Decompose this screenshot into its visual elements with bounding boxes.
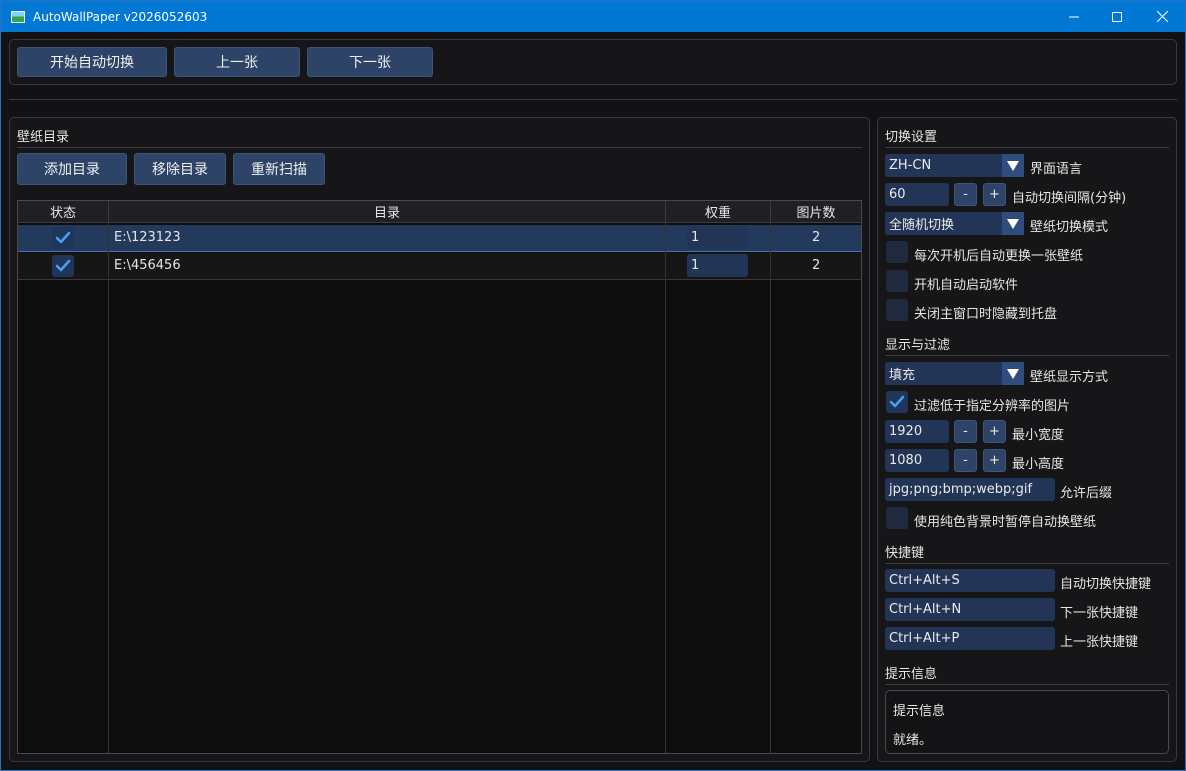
- hide-to-tray-label: 关闭主窗口时隐藏到托盘: [914, 307, 1058, 322]
- next-hotkey-label: 下一张快捷键: [1060, 606, 1139, 621]
- app-icon: [11, 10, 25, 23]
- add-directory-button[interactable]: 添加目录: [17, 153, 127, 185]
- info-title: 提示信息: [885, 667, 938, 682]
- interval-input[interactable]: 60: [885, 183, 949, 206]
- info-box: 提示信息 就绪。: [885, 690, 1169, 754]
- min-height-increment-button[interactable]: +: [983, 449, 1006, 472]
- row-image-count: 2: [812, 230, 821, 245]
- auto-switch-hotkey-label: 自动切换快捷键: [1060, 577, 1152, 592]
- minimize-icon: [1069, 16, 1079, 17]
- chevron-down-icon: [1002, 212, 1024, 235]
- display-mode-value: 填充: [889, 368, 916, 383]
- filter-resolution-label: 过滤低于指定分辨率的图片: [914, 399, 1071, 414]
- next-wallpaper-button[interactable]: 下一张: [307, 47, 433, 77]
- title-bar: AutoWallPaper v2026052603: [1, 1, 1185, 32]
- switch-mode-value: 全随机切换: [889, 218, 955, 233]
- interval-label: 自动切换间隔(分钟): [1012, 191, 1127, 206]
- next-hotkey-input[interactable]: Ctrl+Alt+N: [885, 598, 1055, 621]
- pause-solid-color-checkbox[interactable]: [886, 507, 908, 529]
- filter-resolution-checkbox[interactable]: [886, 391, 908, 413]
- close-button[interactable]: [1139, 1, 1185, 32]
- change-on-boot-checkbox[interactable]: [886, 241, 908, 263]
- column-header-image-count[interactable]: 图片数: [771, 201, 861, 223]
- chevron-down-icon: [1002, 154, 1024, 177]
- divider: [9, 99, 1177, 100]
- row-enabled-checkbox[interactable]: [52, 227, 74, 249]
- row-path: E:\456456: [114, 258, 181, 273]
- window-title: AutoWallPaper v2026052603: [33, 9, 208, 24]
- close-icon: [1156, 11, 1168, 22]
- remove-directory-button[interactable]: 移除目录: [134, 153, 226, 185]
- previous-wallpaper-button[interactable]: 上一张: [174, 47, 300, 77]
- row-image-count: 2: [812, 258, 821, 273]
- language-select-value: ZH-CN: [889, 158, 932, 173]
- section-divider: [885, 147, 1169, 148]
- table-row[interactable]: E:\123123 1 2: [18, 225, 861, 252]
- section-divider: [885, 355, 1169, 356]
- section-divider: [885, 684, 1169, 685]
- display-filter-title: 显示与过滤: [885, 338, 951, 353]
- column-divider: [108, 223, 109, 753]
- row-weight-input[interactable]: 1: [687, 226, 748, 249]
- min-height-label: 最小高度: [1012, 457, 1065, 472]
- min-width-input[interactable]: 1920: [885, 420, 949, 443]
- min-height-decrement-button[interactable]: -: [954, 449, 977, 472]
- checkmark-icon: [55, 231, 71, 244]
- rescan-button[interactable]: 重新扫描: [233, 153, 325, 185]
- checkmark-icon: [55, 259, 71, 272]
- minimize-button[interactable]: [1051, 1, 1097, 32]
- row-enabled-checkbox[interactable]: [52, 255, 74, 277]
- prev-hotkey-label: 上一张快捷键: [1060, 635, 1139, 650]
- extensions-label: 允许后缀: [1060, 486, 1113, 501]
- start-auto-switch-button[interactable]: 开始自动切换: [17, 47, 167, 77]
- status-message: 就绪。: [893, 733, 933, 748]
- column-divider: [770, 223, 771, 753]
- directories-title: 壁纸目录: [17, 130, 70, 145]
- switch-mode-label: 壁纸切换模式: [1030, 220, 1109, 235]
- autostart-checkbox[interactable]: [886, 270, 908, 292]
- row-path: E:\123123: [114, 230, 181, 245]
- info-box-title: 提示信息: [893, 704, 946, 719]
- switch-mode-select[interactable]: 全随机切换: [885, 212, 1024, 235]
- maximize-icon: [1112, 11, 1122, 22]
- column-header-directory[interactable]: 目录: [109, 201, 666, 223]
- auto-switch-hotkey-input[interactable]: Ctrl+Alt+S: [885, 569, 1055, 592]
- hide-to-tray-checkbox[interactable]: [886, 299, 908, 321]
- table-row[interactable]: E:\456456 1 2: [18, 253, 861, 280]
- change-on-boot-label: 每次开机后自动更换一张壁纸: [914, 249, 1084, 264]
- min-width-label: 最小宽度: [1012, 428, 1065, 443]
- min-width-increment-button[interactable]: +: [983, 420, 1006, 443]
- language-label: 界面语言: [1030, 162, 1083, 177]
- autostart-label: 开机自动启动软件: [914, 278, 1019, 293]
- min-height-input[interactable]: 1080: [885, 449, 949, 472]
- interval-increment-button[interactable]: +: [983, 183, 1006, 206]
- column-divider: [665, 223, 666, 753]
- display-mode-label: 壁纸显示方式: [1030, 370, 1109, 385]
- display-mode-select[interactable]: 填充: [885, 362, 1024, 385]
- section-divider: [885, 563, 1169, 564]
- directories-table: 状态 目录 权重 图片数 E:\123123 1 2 E:\456456 1 2: [17, 200, 862, 754]
- extensions-input[interactable]: jpg;png;bmp;webp;gif: [885, 478, 1055, 501]
- switch-settings-title: 切换设置: [885, 130, 938, 145]
- chevron-down-icon: [1002, 362, 1024, 385]
- column-header-status[interactable]: 状态: [18, 201, 109, 223]
- hotkeys-title: 快捷键: [885, 546, 925, 561]
- column-header-weight[interactable]: 权重: [666, 201, 771, 223]
- row-weight-input[interactable]: 1: [687, 254, 748, 277]
- prev-hotkey-input[interactable]: Ctrl+Alt+P: [885, 627, 1055, 650]
- maximize-button[interactable]: [1094, 1, 1140, 32]
- language-select[interactable]: ZH-CN: [885, 154, 1024, 177]
- min-width-decrement-button[interactable]: -: [954, 420, 977, 443]
- checkmark-icon: [889, 395, 905, 408]
- interval-decrement-button[interactable]: -: [954, 183, 977, 206]
- pause-solid-color-label: 使用纯色背景时暂停自动换壁纸: [914, 515, 1097, 530]
- section-divider: [17, 147, 862, 148]
